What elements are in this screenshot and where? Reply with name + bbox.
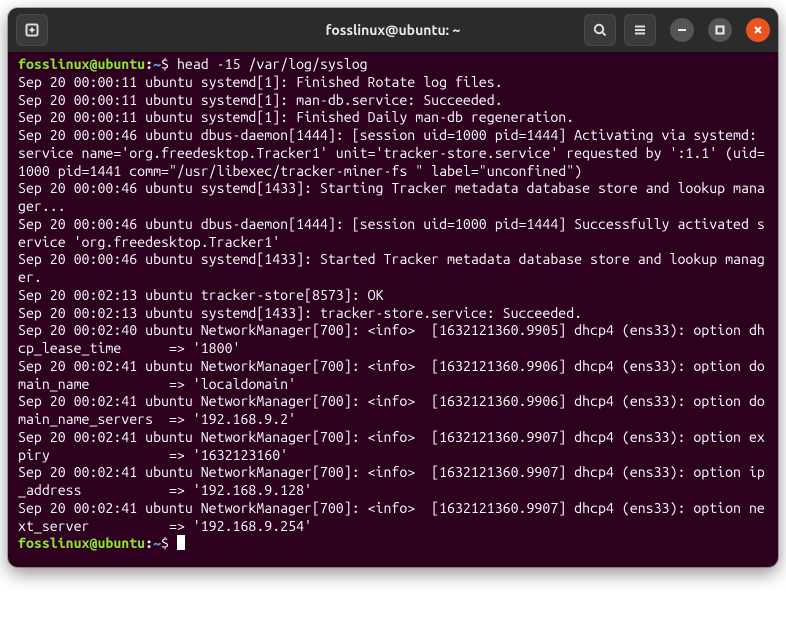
output-line: Sep 20 00:02:13 ubuntu tracker-store[857… bbox=[18, 287, 768, 305]
output-line: Sep 20 00:00:11 ubuntu systemd[1]: Finis… bbox=[18, 74, 768, 92]
prompt-sep: : bbox=[145, 535, 153, 551]
prompt-user: fosslinux@ubuntu bbox=[18, 56, 145, 72]
new-tab-button[interactable] bbox=[16, 14, 48, 46]
close-button[interactable] bbox=[746, 18, 770, 42]
output-line: Sep 20 00:00:46 ubuntu dbus-daemon[1444]… bbox=[18, 127, 768, 180]
output-line: Sep 20 00:00:46 ubuntu systemd[1433]: St… bbox=[18, 251, 768, 287]
cursor bbox=[177, 535, 185, 550]
output-line: Sep 20 00:00:46 ubuntu dbus-daemon[1444]… bbox=[18, 216, 768, 252]
titlebar: fosslinux@ubuntu: ~ bbox=[8, 8, 778, 52]
command-output: Sep 20 00:00:11 ubuntu systemd[1]: Finis… bbox=[18, 74, 768, 536]
output-line: Sep 20 00:00:11 ubuntu systemd[1]: Finis… bbox=[18, 109, 768, 127]
output-line: Sep 20 00:02:41 ubuntu NetworkManager[70… bbox=[18, 464, 768, 500]
output-line: Sep 20 00:02:41 ubuntu NetworkManager[70… bbox=[18, 500, 768, 536]
maximize-button[interactable] bbox=[708, 18, 732, 42]
search-button[interactable] bbox=[584, 14, 616, 46]
hamburger-icon bbox=[632, 22, 648, 38]
minimize-icon bbox=[677, 25, 687, 35]
search-icon bbox=[592, 22, 608, 38]
prompt-line: fosslinux@ubuntu:~$ head -15 /var/log/sy… bbox=[18, 56, 768, 74]
output-line: Sep 20 00:02:41 ubuntu NetworkManager[70… bbox=[18, 393, 768, 429]
prompt-dollar: $ bbox=[161, 56, 169, 72]
close-icon bbox=[753, 25, 763, 35]
minimize-button[interactable] bbox=[670, 18, 694, 42]
maximize-icon bbox=[715, 25, 725, 35]
output-line: Sep 20 00:02:13 ubuntu systemd[1433]: tr… bbox=[18, 305, 768, 323]
menu-button[interactable] bbox=[624, 14, 656, 46]
output-line: Sep 20 00:02:41 ubuntu NetworkManager[70… bbox=[18, 358, 768, 394]
prompt-path: ~ bbox=[153, 535, 161, 551]
prompt-path: ~ bbox=[153, 56, 161, 72]
output-line: Sep 20 00:00:11 ubuntu systemd[1]: man-d… bbox=[18, 92, 768, 110]
prompt-line-idle: fosslinux@ubuntu:~$ bbox=[18, 535, 768, 553]
output-line: Sep 20 00:02:40 ubuntu NetworkManager[70… bbox=[18, 322, 768, 358]
prompt-user: fosslinux@ubuntu bbox=[18, 535, 145, 551]
output-line: Sep 20 00:00:46 ubuntu systemd[1433]: St… bbox=[18, 180, 768, 216]
prompt-sep: : bbox=[145, 56, 153, 72]
terminal-window: fosslinux@ubuntu: ~ fosslinux@ubuntu:~$ … bbox=[8, 8, 778, 567]
output-line: Sep 20 00:02:41 ubuntu NetworkManager[70… bbox=[18, 429, 768, 465]
command-text: head -15 /var/log/syslog bbox=[177, 56, 368, 72]
prompt-dollar: $ bbox=[161, 535, 169, 551]
new-tab-icon bbox=[24, 22, 40, 38]
terminal-body[interactable]: fosslinux@ubuntu:~$ head -15 /var/log/sy… bbox=[8, 52, 778, 567]
